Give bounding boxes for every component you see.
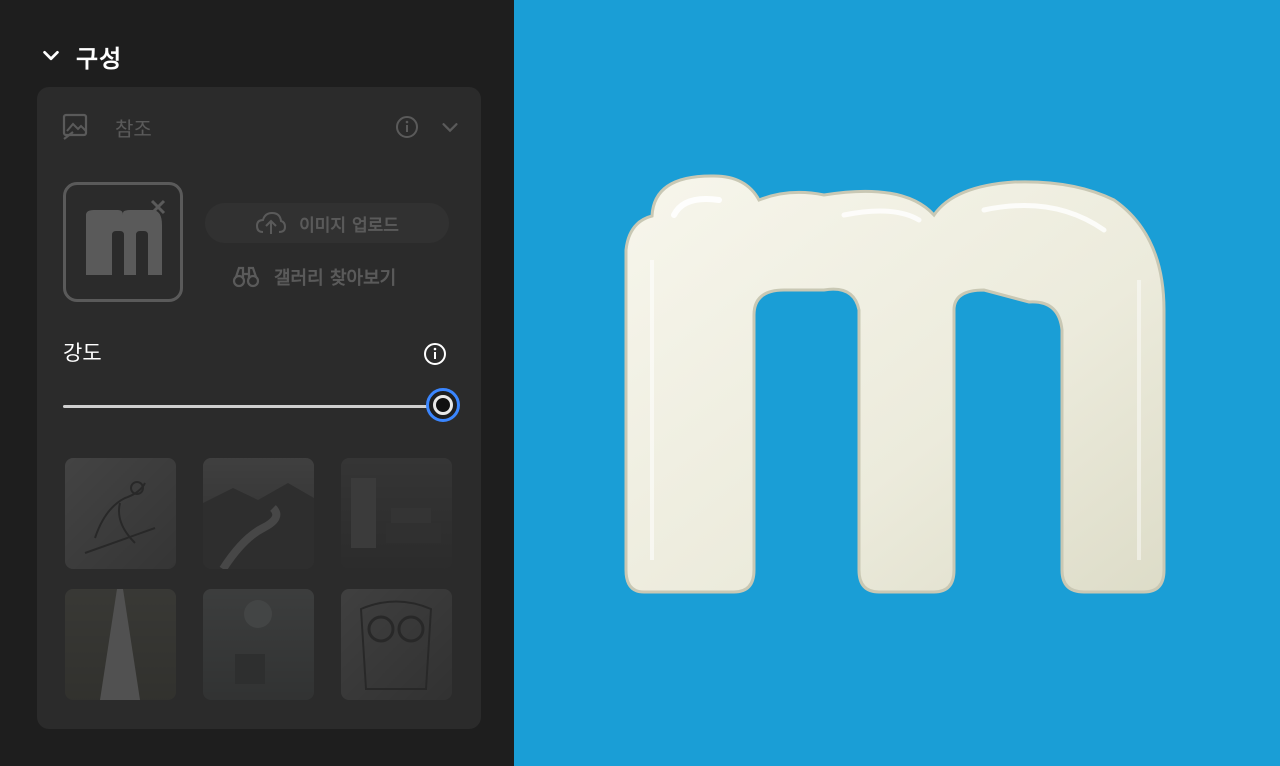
- reference-label: 참조: [115, 116, 152, 141]
- upload-image-button[interactable]: 이미지 업로드: [205, 203, 449, 243]
- settings-sidebar: 구성 참조 이미지 업로드 갤러리 찾아보기 강도: [0, 0, 514, 766]
- slider-handle[interactable]: [426, 388, 460, 422]
- owl-sketch-thumbnail[interactable]: [341, 589, 452, 700]
- strength-slider[interactable]: [63, 388, 461, 428]
- remove-image-icon[interactable]: [148, 197, 168, 217]
- reference-card: 참조 이미지 업로드 갤러리 찾아보기 강도: [37, 87, 481, 729]
- sphere-on-cube-thumbnail[interactable]: [203, 589, 314, 700]
- gallery-thumbnail-grid: [65, 458, 453, 700]
- road-perspective-thumbnail[interactable]: [65, 589, 176, 700]
- chevron-down-icon[interactable]: [439, 116, 461, 138]
- chevron-down-icon: [43, 50, 59, 61]
- river-landscape-thumbnail[interactable]: [203, 458, 314, 569]
- upload-button-label: 이미지 업로드: [299, 215, 399, 236]
- browse-gallery-link[interactable]: 갤러리 찾아보기: [232, 257, 396, 297]
- info-icon[interactable]: [395, 115, 419, 139]
- cloud-upload-icon: [256, 211, 287, 234]
- bird-sketch-thumbnail[interactable]: [65, 458, 176, 569]
- slider-track[interactable]: [63, 405, 443, 408]
- section-title: 구성: [76, 44, 123, 73]
- composition-section-header[interactable]: 구성: [40, 36, 122, 76]
- reference-image-thumbnail[interactable]: [63, 182, 183, 302]
- generated-image-canvas: [514, 0, 1280, 766]
- strength-label: 강도: [63, 341, 102, 365]
- info-icon[interactable]: [423, 342, 447, 366]
- gallery-link-label: 갤러리 찾아보기: [274, 268, 397, 289]
- reference-header[interactable]: 참조: [61, 109, 461, 145]
- interior-room-thumbnail[interactable]: [341, 458, 452, 569]
- image-reference-icon: [62, 113, 88, 140]
- binoculars-icon: [232, 266, 260, 288]
- glossy-m-letter-image: [624, 174, 1166, 594]
